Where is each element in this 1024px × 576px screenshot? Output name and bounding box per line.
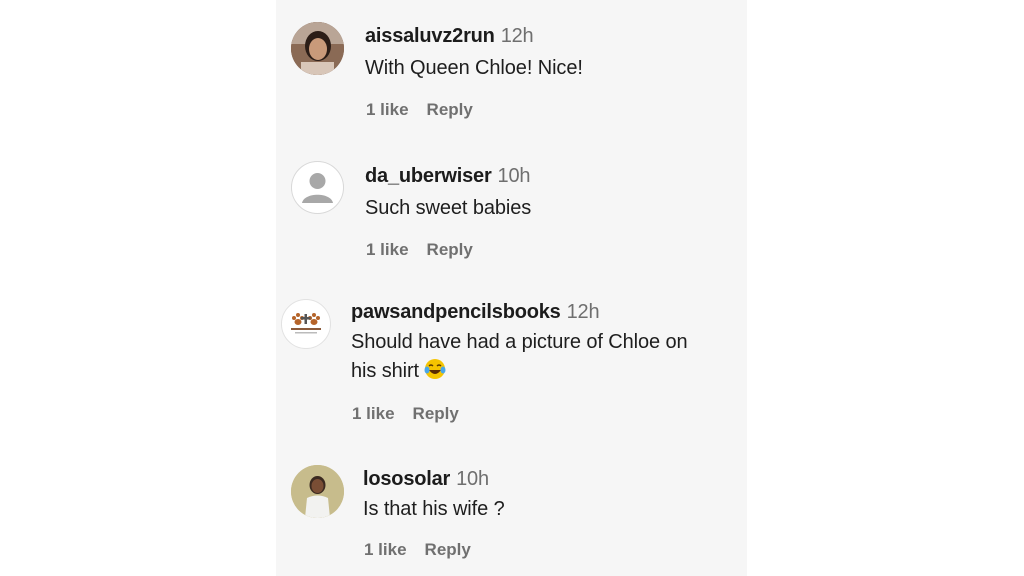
comment-text: Should have had a picture of Chloe on hi… — [351, 331, 688, 382]
paw-print-logo-icon — [281, 299, 331, 349]
avatar[interactable] — [281, 299, 331, 349]
profile-photo-icon — [291, 22, 344, 75]
avatar[interactable] — [291, 161, 344, 214]
comment-actions: 1 like Reply — [366, 240, 473, 260]
comment-time: 10h — [497, 165, 531, 187]
like-count[interactable]: 1 like — [352, 404, 395, 424]
like-count[interactable]: 1 like — [366, 100, 409, 120]
face-with-tears-of-joy-icon — [424, 359, 446, 379]
like-count[interactable]: 1 like — [366, 240, 409, 260]
like-count[interactable]: 1 like — [364, 540, 407, 560]
avatar[interactable] — [291, 465, 344, 518]
comment-text: With Queen Chloe! Nice! — [365, 57, 583, 79]
comment-text: Such sweet babies — [365, 197, 532, 219]
reply-button[interactable]: Reply — [427, 240, 473, 260]
comments-panel — [276, 0, 747, 576]
comment-username[interactable]: pawsandpencilsbooks 12h — [351, 301, 600, 324]
reply-button[interactable]: Reply — [427, 100, 473, 120]
reply-button[interactable]: Reply — [425, 540, 471, 560]
comment-username[interactable]: da_uberwiser 10h — [365, 165, 531, 188]
reply-button[interactable]: Reply — [413, 404, 459, 424]
comment-actions: 1 like Reply — [366, 100, 473, 120]
comment-time: 12h — [500, 25, 534, 47]
comment-time: 12h — [566, 301, 600, 323]
comment-actions: 1 like Reply — [364, 540, 471, 560]
comment-time: 10h — [456, 468, 489, 490]
comment-username[interactable]: lososolar 10h — [363, 468, 489, 491]
avatar[interactable] — [291, 22, 344, 75]
default-person-icon — [291, 161, 344, 214]
comment-text: Is that his wife ? — [363, 498, 505, 520]
comment-username[interactable]: aissaluvz2run 12h — [365, 25, 534, 48]
comment-actions: 1 like Reply — [352, 404, 459, 424]
profile-photo-icon — [291, 465, 344, 518]
